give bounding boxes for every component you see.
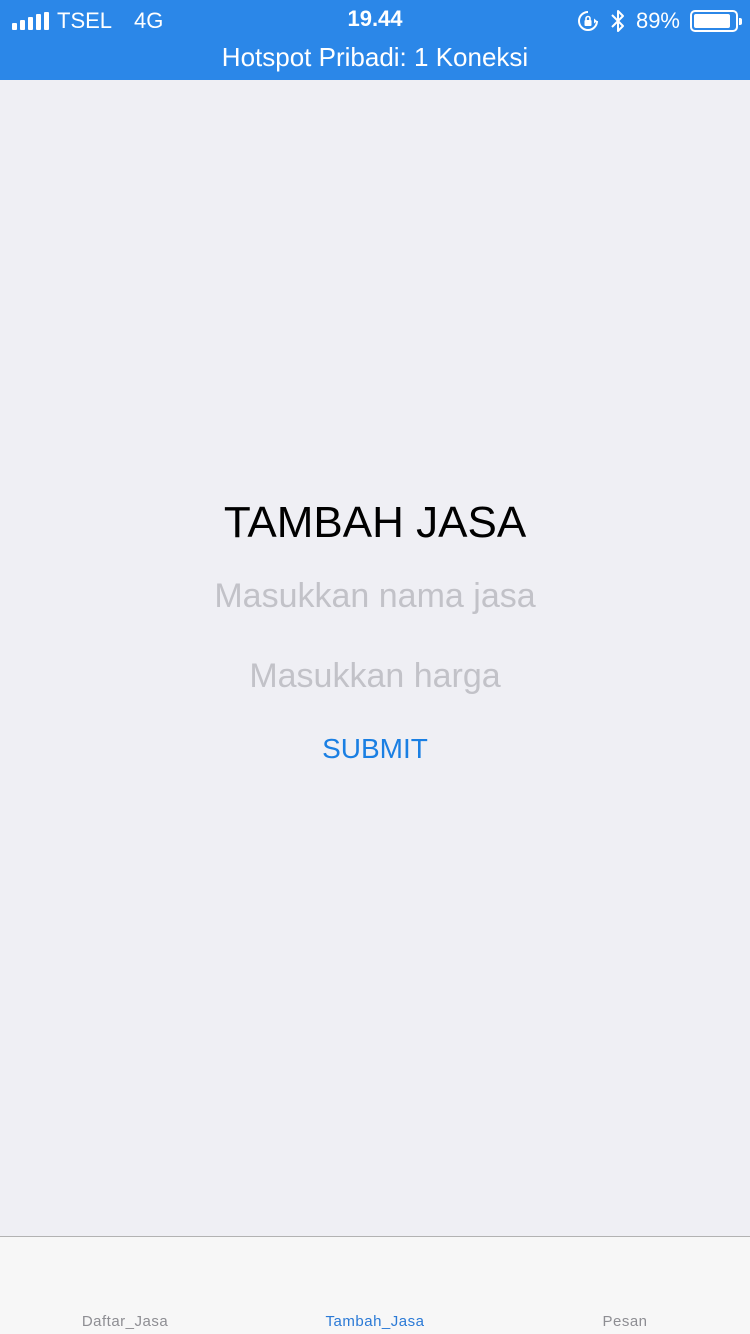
tab-pesan[interactable]: Pesan [500,1313,750,1330]
tab-tambah-jasa[interactable]: Tambah_Jasa [250,1313,500,1330]
battery-level [694,14,730,28]
tab-bar: Daftar_Jasa Tambah_Jasa Pesan [0,1236,750,1334]
add-service-form: TAMBAH JASA SUBMIT [0,490,750,774]
orientation-lock-icon [577,11,598,31]
page-title: TAMBAH JASA [223,498,527,547]
battery-percent: 89% [635,8,680,33]
bluetooth-icon [611,10,624,32]
hotspot-banner[interactable]: Hotspot Pribadi: 1 Koneksi [0,42,750,73]
tab-daftar-jasa[interactable]: Daftar_Jasa [0,1313,250,1330]
submit-button[interactable]: SUBMIT [322,724,428,774]
status-right: 89% [576,6,742,36]
status-row: TSEL 4G 19.44 89% [0,0,750,40]
price-input[interactable] [0,636,750,716]
service-name-input[interactable] [0,556,750,636]
battery-icon [690,10,742,32]
status-bar: TSEL 4G 19.44 89% Hotspot Pribadi: 1 Kon… [0,0,750,80]
